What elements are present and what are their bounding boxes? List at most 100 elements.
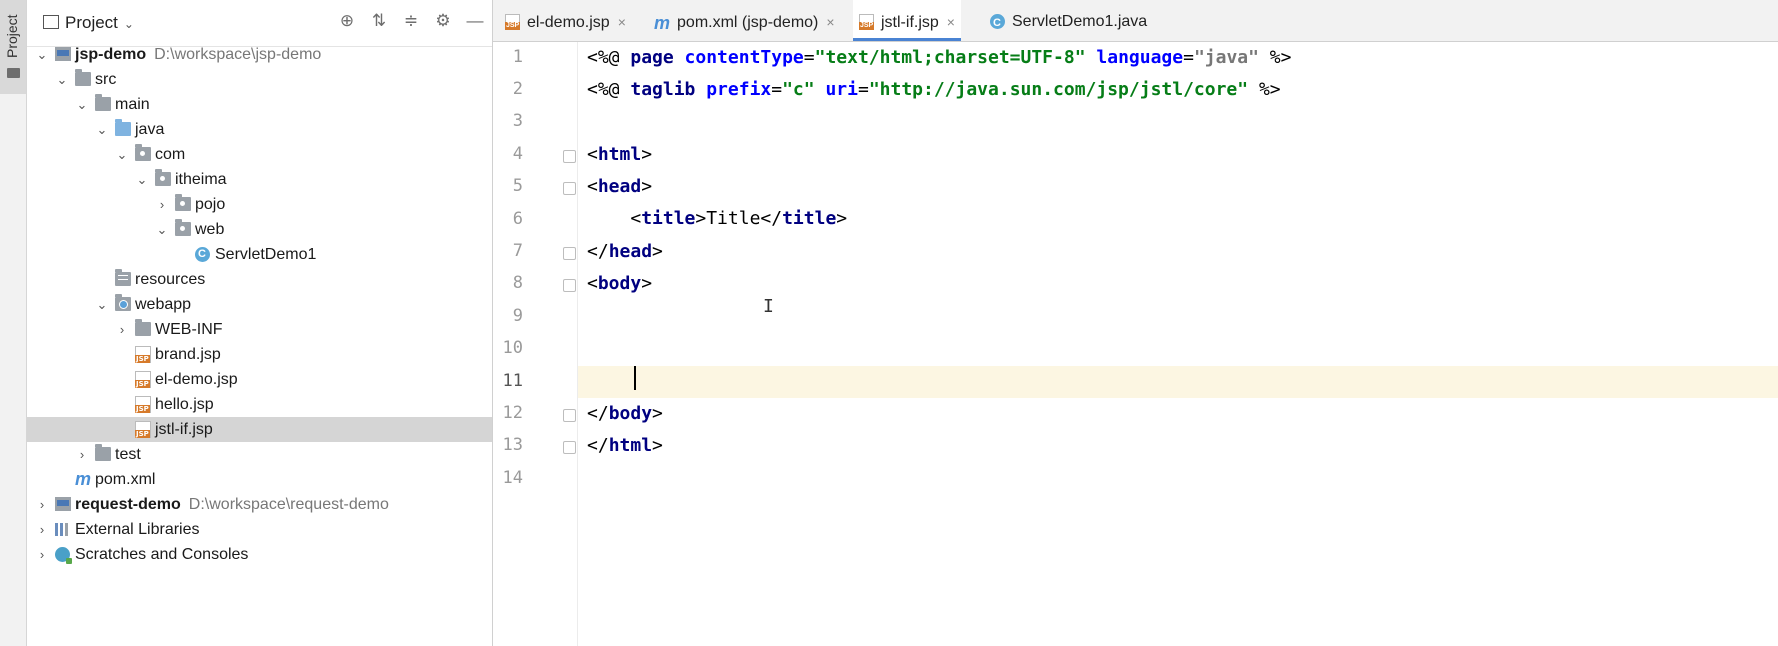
chevron-right-icon[interactable]: › [35, 517, 49, 542]
jsp-file-icon [135, 421, 151, 438]
minimize-icon[interactable]: — [466, 12, 484, 30]
globe-icon[interactable]: ⊕ [338, 12, 356, 30]
project-tool-window-button[interactable]: Project [0, 0, 26, 94]
package-icon [155, 169, 171, 186]
maven-icon: m [654, 12, 671, 33]
chevron-right-icon[interactable]: › [35, 542, 49, 567]
jsp-file-icon [505, 13, 521, 30]
tab-label: ServletDemo1.java [1012, 13, 1148, 30]
tree-item-jsp-demo[interactable]: ⌄ jsp-demo D:\workspace\jsp-demo [27, 42, 492, 67]
tree-item-label: request-demo [75, 496, 181, 513]
jsp-file-icon [859, 13, 875, 30]
line-number: 12 [502, 403, 523, 423]
tree-item-label: pom.xml [95, 471, 156, 488]
chevron-right-icon[interactable]: › [115, 317, 129, 342]
tab-label: jstl-if.jsp [881, 14, 939, 31]
fold-marker-icon[interactable] [563, 279, 576, 292]
jsp-file-icon [135, 371, 151, 388]
line-number: 7 [512, 241, 523, 261]
tree-item-main[interactable]: ⌄ main [27, 92, 492, 117]
chevron-down-icon[interactable]: ⌄ [95, 117, 109, 142]
chevron-down-icon[interactable]: ⌄ [155, 217, 169, 242]
tab-servletdemo1-java[interactable]: ServletDemo1.java [990, 0, 1148, 45]
tree-item-path: D:\workspace\request-demo [188, 496, 389, 513]
fold-marker-icon[interactable] [563, 409, 576, 422]
tree-item-webapp[interactable]: ⌄ webapp [27, 292, 492, 317]
close-icon[interactable]: × [947, 14, 955, 30]
project-tool-window-label: Project [4, 14, 20, 58]
tree-item-scratches[interactable]: › Scratches and Consoles [27, 542, 492, 567]
chevron-down-icon[interactable]: ⌄ [115, 142, 129, 167]
tree-item-servletdemo1[interactable]: ServletDemo1 [27, 242, 492, 267]
line-number: 4 [512, 144, 523, 164]
class-icon [195, 242, 210, 267]
chevron-down-icon: ⌄ [123, 17, 134, 31]
tree-item-pojo[interactable]: › pojo [27, 192, 492, 217]
chevron-down-icon[interactable]: ⌄ [55, 67, 69, 92]
tree-item-pom-xml[interactable]: m pom.xml [27, 467, 492, 492]
code-line: </html> [587, 435, 663, 456]
tree-item-label: webapp [135, 296, 192, 313]
folder-icon [135, 319, 151, 336]
tree-item-label: ServletDemo1 [215, 246, 317, 263]
line-number: 8 [512, 273, 523, 293]
tree-item-jstl-if-jsp[interactable]: jstl-if.jsp [27, 417, 492, 442]
project-icon [43, 15, 59, 29]
line-number: 1 [512, 47, 523, 67]
tree-item-label: main [115, 96, 150, 113]
folder-icon [95, 94, 111, 111]
tree-item-java[interactable]: ⌄ java [27, 117, 492, 142]
code-line: <%@ page contentType="text/html;charset=… [587, 47, 1292, 68]
code-editor[interactable]: <%@ page contentType="text/html;charset=… [578, 42, 1778, 646]
tree-item-el-demo-jsp[interactable]: el-demo.jsp [27, 367, 492, 392]
line-number: 6 [512, 209, 523, 229]
tree-item-brand-jsp[interactable]: brand.jsp [27, 342, 492, 367]
chevron-down-icon[interactable]: ⌄ [135, 167, 149, 192]
gear-icon[interactable]: ⚙ [434, 12, 452, 30]
tab-el-demo-jsp[interactable]: el-demo.jsp × [505, 0, 626, 41]
fold-marker-icon[interactable] [563, 247, 576, 260]
fold-marker-icon[interactable] [563, 182, 576, 195]
tree-item-src[interactable]: ⌄ src [27, 67, 492, 92]
project-tree: ⌄ jsp-demo D:\workspace\jsp-demo ⌄ src ⌄ … [27, 42, 492, 567]
package-icon [175, 194, 191, 211]
tree-item-label: jsp-demo [75, 46, 147, 63]
tree-item-label: pojo [195, 196, 226, 213]
chevron-right-icon[interactable]: › [155, 192, 169, 217]
line-number: 13 [502, 435, 523, 455]
tree-item-request-demo[interactable]: › request-demo D:\workspace\request-demo [27, 492, 492, 517]
tree-item-itheima[interactable]: ⌄ itheima [27, 167, 492, 192]
chevron-down-icon[interactable]: ⌄ [35, 42, 49, 67]
tab-jstl-if-jsp[interactable]: jstl-if.jsp × [853, 0, 961, 41]
chevron-right-icon[interactable]: › [35, 492, 49, 517]
tree-item-resources[interactable]: resources [27, 267, 492, 292]
close-icon[interactable]: × [618, 14, 626, 30]
fold-marker-icon[interactable] [563, 150, 576, 163]
tree-item-web[interactable]: ⌄ web [27, 217, 492, 242]
code-line: <body> [587, 273, 653, 294]
expand-icon[interactable]: ≑ [402, 12, 420, 30]
tree-item-label: itheima [175, 171, 227, 188]
tree-item-web-inf[interactable]: › WEB-INF [27, 317, 492, 342]
project-view-selector[interactable]: Project ⌄ [43, 13, 134, 33]
tree-item-com[interactable]: ⌄ com [27, 142, 492, 167]
chevron-down-icon[interactable]: ⌄ [95, 292, 109, 317]
tree-item-hello-jsp[interactable]: hello.jsp [27, 392, 492, 417]
tab-pom-xml[interactable]: m pom.xml (jsp-demo) × [654, 0, 835, 41]
tree-item-label: External Libraries [75, 521, 200, 538]
chevron-right-icon[interactable]: › [75, 442, 89, 467]
project-panel-header: Project ⌄ ⊕ ⇅ ≑ ⚙ — [27, 0, 492, 47]
tree-item-test[interactable]: › test [27, 442, 492, 467]
tree-item-external-libraries[interactable]: › External Libraries [27, 517, 492, 542]
class-icon [990, 1, 1005, 45]
collapse-all-icon[interactable]: ⇅ [370, 12, 388, 30]
line-number: 2 [512, 79, 523, 99]
fold-marker-icon[interactable] [563, 441, 576, 454]
maven-icon: m [75, 469, 92, 489]
tree-item-path: D:\workspace\jsp-demo [154, 46, 322, 63]
jsp-file-icon [135, 396, 151, 413]
close-icon[interactable]: × [826, 14, 834, 30]
chevron-down-icon[interactable]: ⌄ [75, 92, 89, 117]
package-icon [175, 219, 191, 236]
folder-icon [7, 68, 20, 78]
